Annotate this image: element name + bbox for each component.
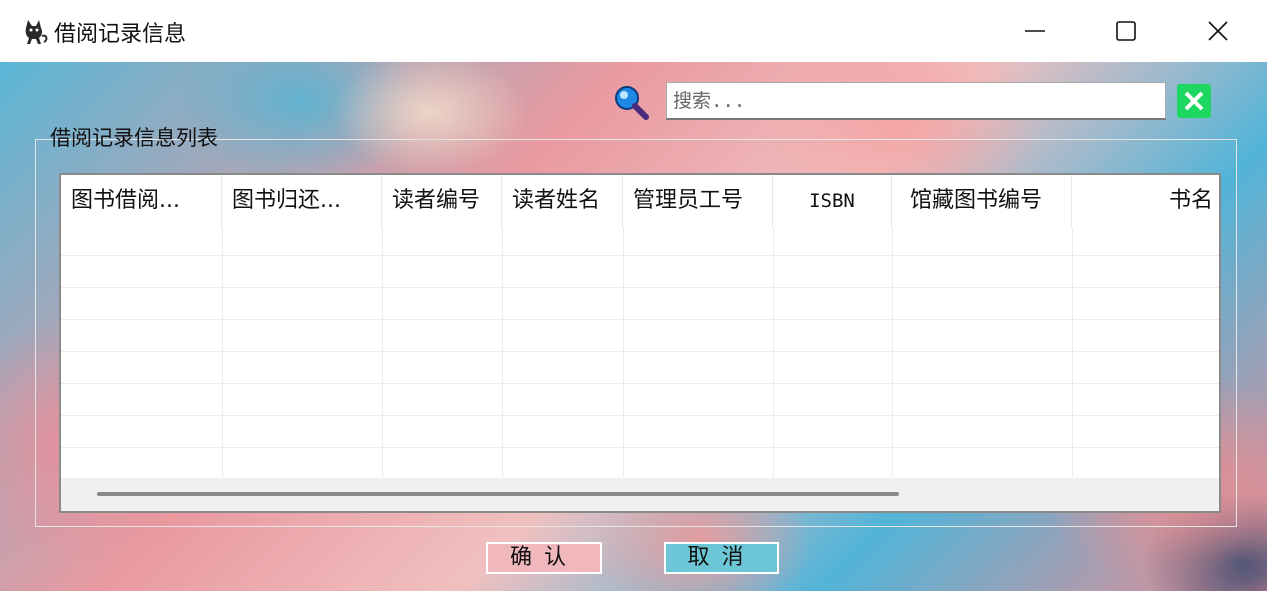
- search-input[interactable]: [666, 82, 1166, 120]
- column-header-isbn[interactable]: ISBN: [773, 175, 892, 227]
- column-header-copy-id[interactable]: 馆藏图书编号: [892, 175, 1072, 227]
- column-divider: [623, 227, 624, 477]
- column-header-title[interactable]: 书名: [1072, 175, 1219, 227]
- maximize-button[interactable]: [1103, 8, 1149, 54]
- table-row: [61, 447, 1219, 448]
- column-divider: [1072, 227, 1073, 477]
- column-divider: [773, 227, 774, 477]
- column-divider: [892, 227, 893, 477]
- clear-icon: [1184, 91, 1204, 111]
- window-title: 借阅记录信息: [54, 22, 187, 47]
- confirm-button[interactable]: 确认: [486, 542, 602, 574]
- minimize-button[interactable]: [1012, 8, 1058, 54]
- table-row: [61, 255, 1219, 256]
- clear-search-button[interactable]: [1177, 84, 1211, 118]
- cancel-button[interactable]: 取消: [664, 542, 779, 574]
- column-header-borrow-date[interactable]: 图书借阅...: [61, 175, 222, 227]
- title-bar: 借阅记录信息: [0, 0, 1267, 63]
- records-table[interactable]: 图书借阅... 图书归还... 读者编号 读者姓名 管理员工号 ISBN 馆藏图…: [59, 173, 1221, 513]
- column-divider: [382, 227, 383, 477]
- minimize-icon: [1025, 30, 1045, 32]
- cat-icon: [25, 20, 48, 44]
- group-title: 借阅记录信息列表: [50, 126, 218, 150]
- column-divider: [222, 227, 223, 477]
- scrollbar-thumb[interactable]: [97, 492, 899, 496]
- maximize-icon: [1116, 21, 1136, 41]
- horizontal-scrollbar[interactable]: [61, 478, 1219, 511]
- table-row: [61, 383, 1219, 384]
- close-icon: [1208, 21, 1228, 41]
- column-header-reader-id[interactable]: 读者编号: [382, 175, 502, 227]
- column-header-reader-name[interactable]: 读者姓名: [502, 175, 623, 227]
- table-row: [61, 287, 1219, 288]
- search-icon[interactable]: [612, 84, 650, 120]
- close-button[interactable]: [1195, 8, 1241, 54]
- column-divider: [502, 227, 503, 477]
- column-header-admin-id[interactable]: 管理员工号: [623, 175, 773, 227]
- table-row: [61, 319, 1219, 320]
- table-row: [61, 415, 1219, 416]
- column-header-return-date[interactable]: 图书归还...: [222, 175, 382, 227]
- table-row: [61, 351, 1219, 352]
